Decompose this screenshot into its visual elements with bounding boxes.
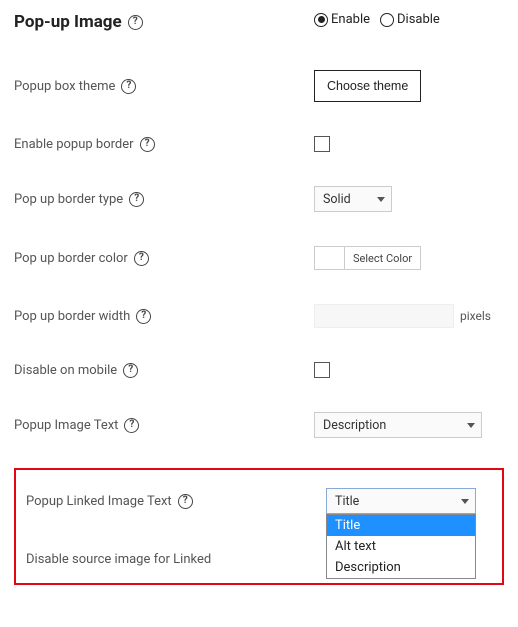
help-icon[interactable]: ?: [134, 251, 149, 266]
radio-disable-label: Disable: [397, 12, 440, 27]
linked-text-value: Title: [335, 494, 359, 509]
radio-enable-label: Enable: [331, 12, 370, 27]
highlight-box: Popup Linked Image Text ? Title Title Al…: [14, 468, 504, 585]
chevron-down-icon: [467, 423, 475, 428]
linked-text-dropdown: Title Alt text Description: [326, 514, 476, 579]
border-type-value: Solid: [323, 192, 351, 207]
enable-disable-radio-group: Enable Disable: [314, 12, 440, 27]
page-title: Pop-up Image: [14, 12, 122, 32]
image-text-label: Popup Image Text: [14, 418, 118, 433]
border-width-label: Pop up border width: [14, 309, 130, 324]
image-text-value: Description: [323, 418, 386, 433]
border-color-picker[interactable]: Select Color: [314, 246, 421, 270]
border-type-select[interactable]: Solid: [314, 186, 392, 212]
border-enable-label: Enable popup border: [14, 137, 134, 152]
theme-label: Popup box theme: [14, 79, 115, 94]
help-icon[interactable]: ?: [140, 137, 155, 152]
choose-theme-button[interactable]: Choose theme: [314, 70, 421, 102]
border-type-label: Pop up border type: [14, 192, 123, 207]
color-picker-label: Select Color: [345, 252, 420, 265]
help-icon[interactable]: ?: [178, 494, 193, 509]
help-icon[interactable]: ?: [124, 418, 139, 433]
border-enable-checkbox[interactable]: [314, 136, 330, 152]
dropdown-option-description[interactable]: Description: [327, 557, 475, 578]
linked-text-select[interactable]: Title: [326, 488, 476, 514]
border-width-input[interactable]: [314, 304, 454, 328]
radio-disable[interactable]: [380, 13, 394, 27]
color-swatch: [315, 247, 345, 269]
chevron-down-icon: [377, 197, 385, 202]
help-icon[interactable]: ?: [121, 79, 136, 94]
help-icon[interactable]: ?: [123, 363, 138, 378]
dropdown-option-alt[interactable]: Alt text: [327, 536, 475, 557]
help-icon[interactable]: ?: [128, 15, 143, 30]
help-icon[interactable]: ?: [129, 192, 144, 207]
disable-mobile-checkbox[interactable]: [314, 362, 330, 378]
disable-source-label: Disable source image for Linked: [26, 552, 211, 567]
dropdown-option-title[interactable]: Title: [327, 515, 475, 536]
border-width-unit: pixels: [460, 309, 491, 323]
image-text-select[interactable]: Description: [314, 412, 482, 438]
radio-enable[interactable]: [314, 13, 328, 27]
border-color-label: Pop up border color: [14, 251, 128, 266]
chevron-down-icon: [461, 499, 469, 504]
linked-text-label: Popup Linked Image Text: [26, 494, 172, 509]
disable-mobile-label: Disable on mobile: [14, 363, 117, 378]
help-icon[interactable]: ?: [136, 309, 151, 324]
